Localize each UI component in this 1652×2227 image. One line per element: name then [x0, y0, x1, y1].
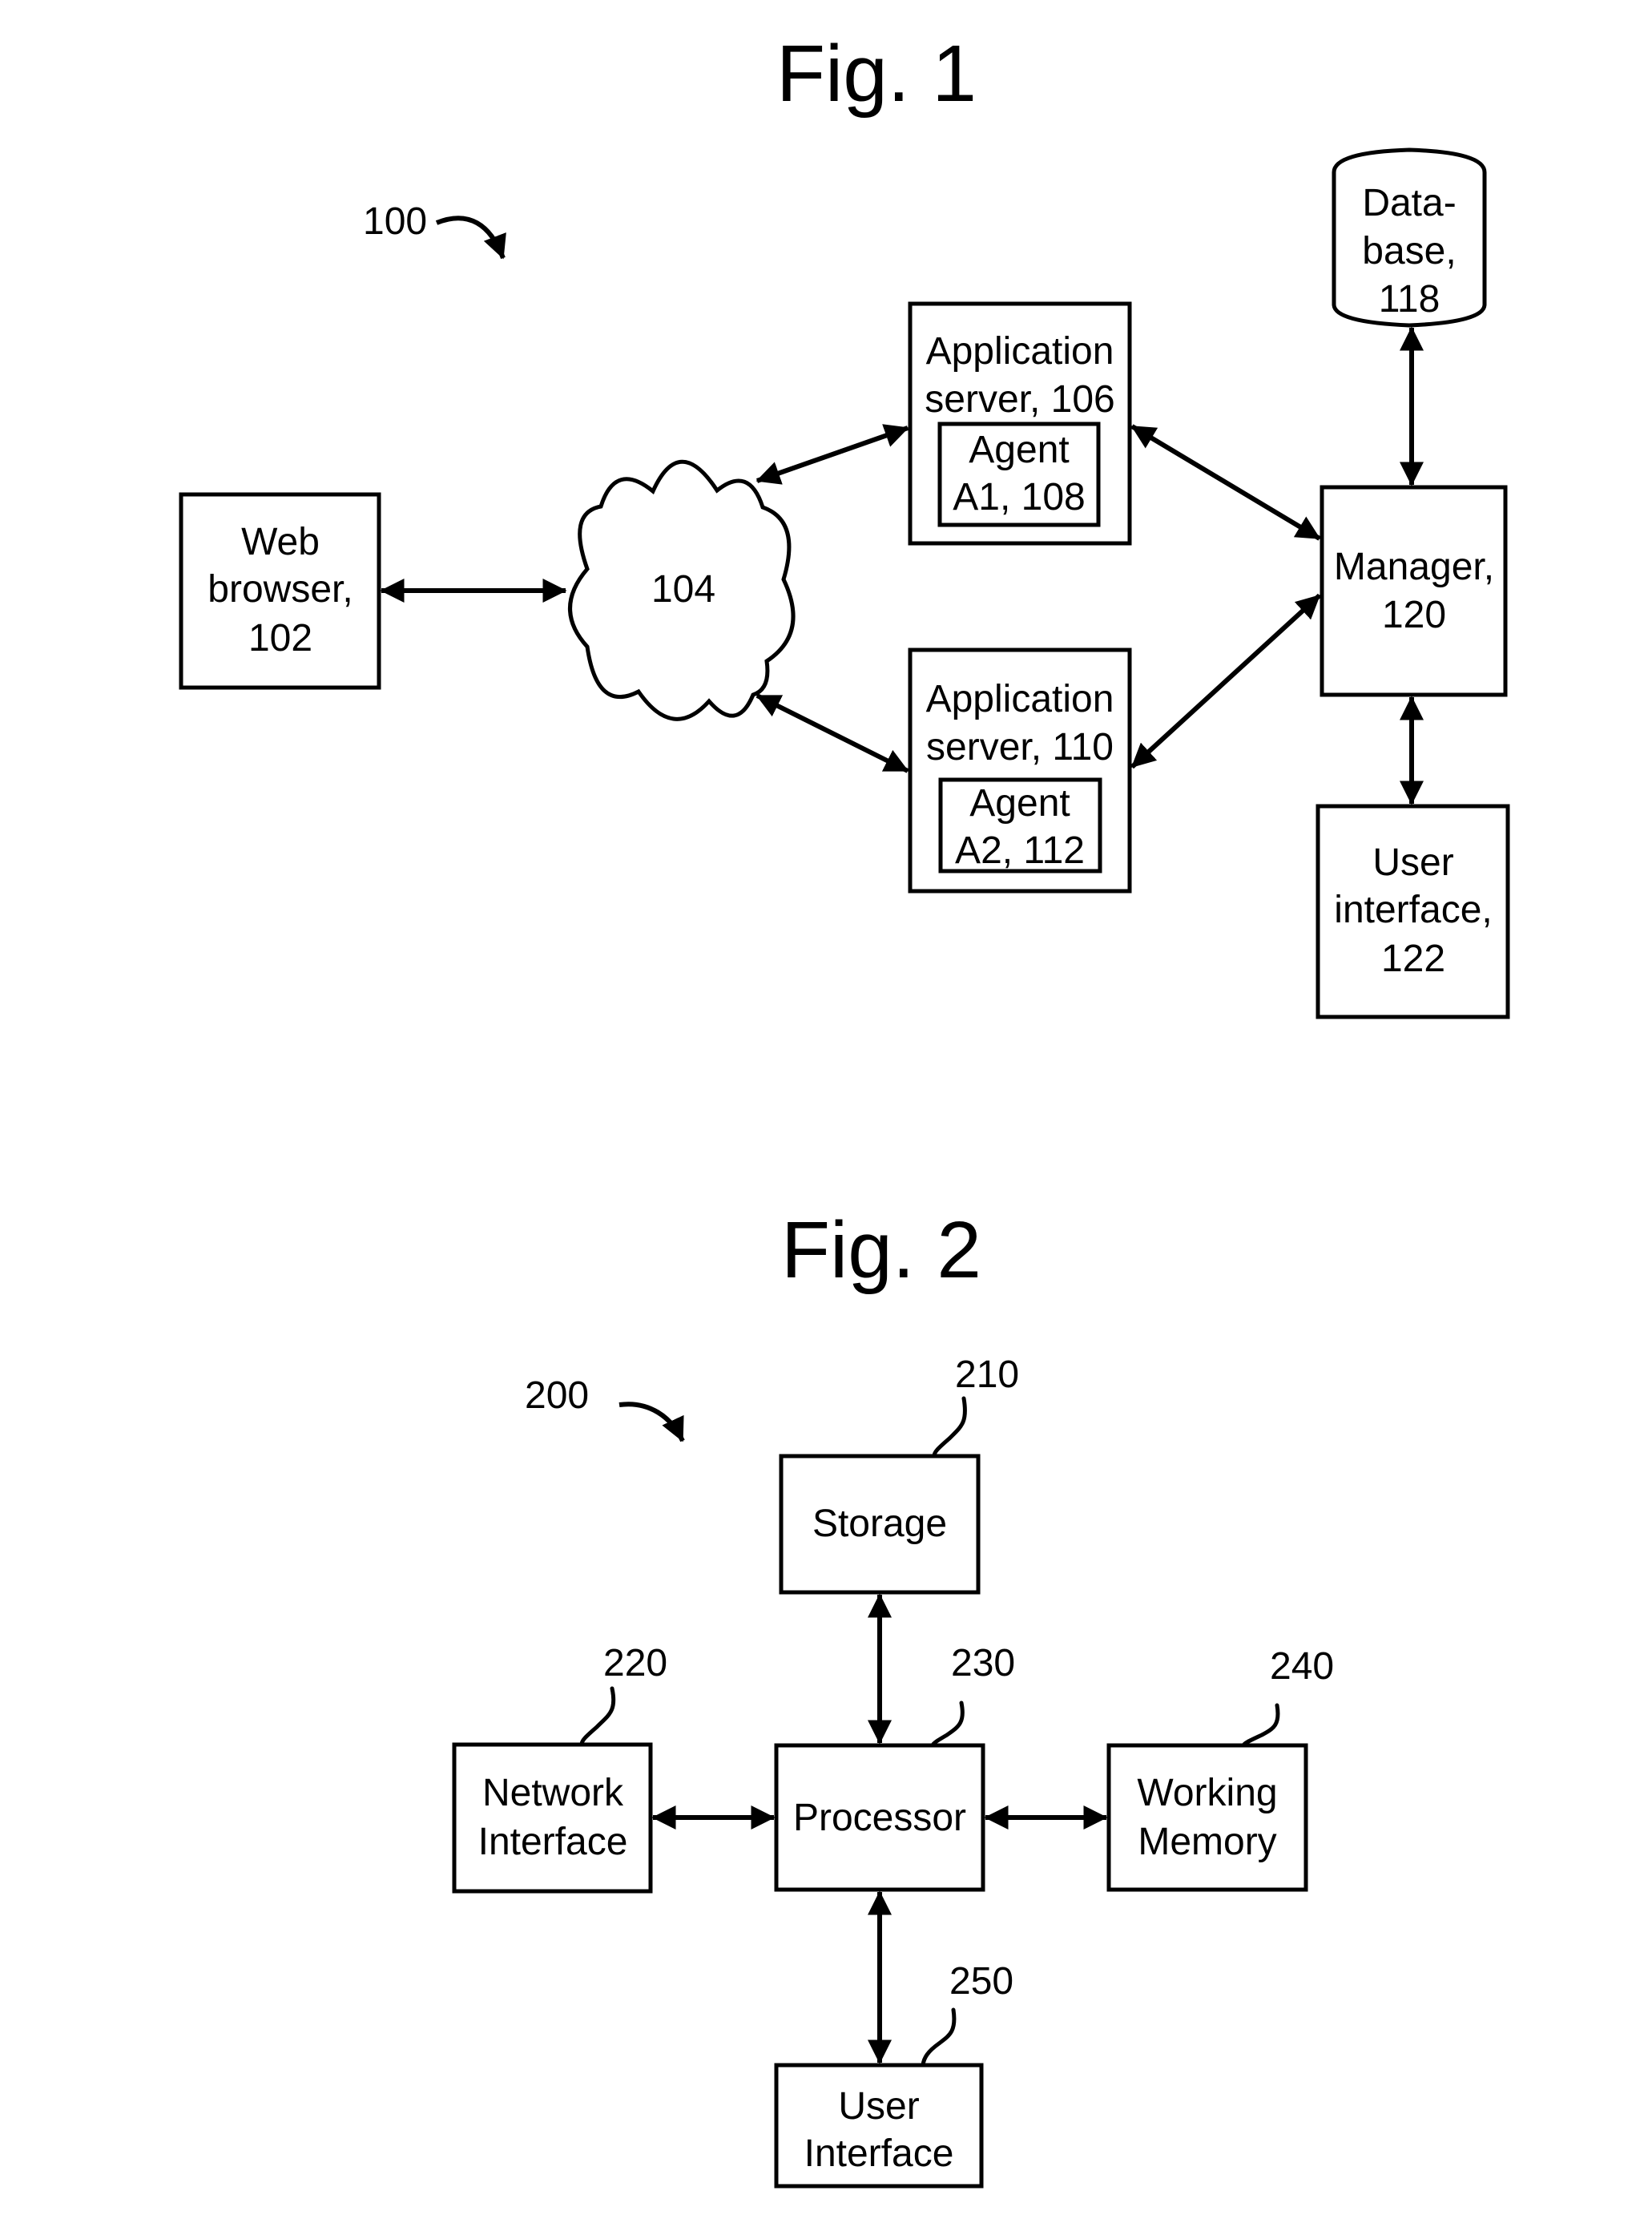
- storage-node: Storage 210: [779, 1354, 1019, 1595]
- processor-ref-label: 230: [951, 1642, 1015, 1684]
- app-server-106-line-2: server, 106: [925, 378, 1114, 421]
- user-interface-122-line-2: interface,: [1334, 889, 1492, 931]
- user-interface-122-node: User interface, 122: [1316, 804, 1510, 1019]
- network-interface-leader-line: [579, 1686, 616, 1747]
- user-interface-122-line-1: User: [1372, 841, 1453, 884]
- device-ref-label: 200: [525, 1374, 589, 1417]
- database-line-3: 118: [1379, 278, 1440, 321]
- network-interface-line-1: Network: [482, 1772, 624, 1814]
- database-node: Data- base, 118: [1332, 147, 1487, 328]
- agent-a2-line-1: Agent: [969, 782, 1070, 825]
- working-memory-leader-line: [1241, 1703, 1280, 1748]
- user-interface-250-line-2: Interface: [804, 2132, 954, 2175]
- working-memory-box: [1106, 1743, 1308, 1892]
- web-browser-line-1: Web: [241, 521, 320, 563]
- working-memory-line-2: Memory: [1138, 1821, 1276, 1863]
- processor-label: Processor: [793, 1797, 966, 1839]
- network-appserver106-arrow-icon: [755, 424, 909, 485]
- figure-2: Fig. 2 200 Storage 210 Network Interface…: [452, 1205, 1334, 2189]
- manager-node: Manager, 120: [1320, 485, 1508, 697]
- manager-box: [1320, 485, 1508, 697]
- network-interface-node: Network Interface 220: [452, 1642, 667, 1894]
- system-ref-arrow-icon: [435, 216, 506, 260]
- user-interface-250-leader-line: [921, 2007, 957, 2068]
- user-interface-250-ref-label: 250: [949, 1960, 1013, 2003]
- agent-a1-line-2: A1, 108: [953, 476, 1085, 518]
- user-interface-122-line-3: 122: [1381, 938, 1445, 980]
- working-memory-line-1: Working: [1137, 1772, 1277, 1814]
- appserver106-manager-arrow-icon: [1130, 424, 1321, 541]
- web-browser-node: Web browser, 102: [179, 492, 381, 690]
- patent-figures: Fig. 1 100 Web browser, 102 104 Applicat…: [179, 29, 1510, 2189]
- manager-line-1: Manager,: [1334, 546, 1494, 588]
- working-memory-ref-label: 240: [1270, 1645, 1334, 1688]
- figure-1: Fig. 1 100 Web browser, 102 104 Applicat…: [179, 29, 1510, 1019]
- network-label: 104: [651, 568, 715, 611]
- device-ref-arrow-icon: [618, 1402, 685, 1442]
- storage-label: Storage: [812, 1503, 947, 1545]
- web-browser-line-3: 102: [248, 617, 312, 660]
- app-server-106-node: Application server, 106 Agent A1, 108: [908, 301, 1132, 546]
- system-ref-label: 100: [363, 200, 427, 243]
- agent-a2-line-2: A2, 112: [955, 829, 1085, 872]
- network-interface-line-2: Interface: [478, 1821, 628, 1863]
- manager-line-2: 120: [1382, 594, 1446, 636]
- agent-a1-line-1: Agent: [969, 429, 1069, 471]
- storage-leader-line: [932, 1396, 967, 1458]
- network-appserver110-arrow-icon: [755, 693, 909, 773]
- user-interface-250-node: User Interface 250: [774, 1960, 1013, 2189]
- network-cloud-node: 104: [568, 459, 796, 721]
- app-server-110-line-2: server, 110: [926, 726, 1114, 769]
- figure-2-title: Fig. 2: [781, 1205, 981, 1295]
- processor-leader-line: [930, 1701, 965, 1748]
- app-server-106-line-1: Application: [926, 330, 1114, 373]
- working-memory-node: Working Memory 240: [1106, 1645, 1334, 1892]
- network-interface-box: [452, 1742, 653, 1894]
- database-line-2: base,: [1362, 230, 1456, 272]
- web-browser-line-2: browser,: [208, 568, 353, 611]
- app-server-110-line-1: Application: [926, 678, 1114, 720]
- appserver110-manager-arrow-icon: [1130, 593, 1322, 769]
- user-interface-250-line-1: User: [838, 2085, 919, 2128]
- database-line-1: Data-: [1362, 182, 1456, 224]
- app-server-110-node: Application server, 110 Agent A2, 112: [908, 648, 1132, 894]
- network-interface-ref-label: 220: [603, 1642, 667, 1684]
- processor-node: Processor 230: [774, 1642, 1015, 1892]
- storage-ref-label: 210: [955, 1354, 1019, 1396]
- figure-1-title: Fig. 1: [776, 29, 977, 119]
